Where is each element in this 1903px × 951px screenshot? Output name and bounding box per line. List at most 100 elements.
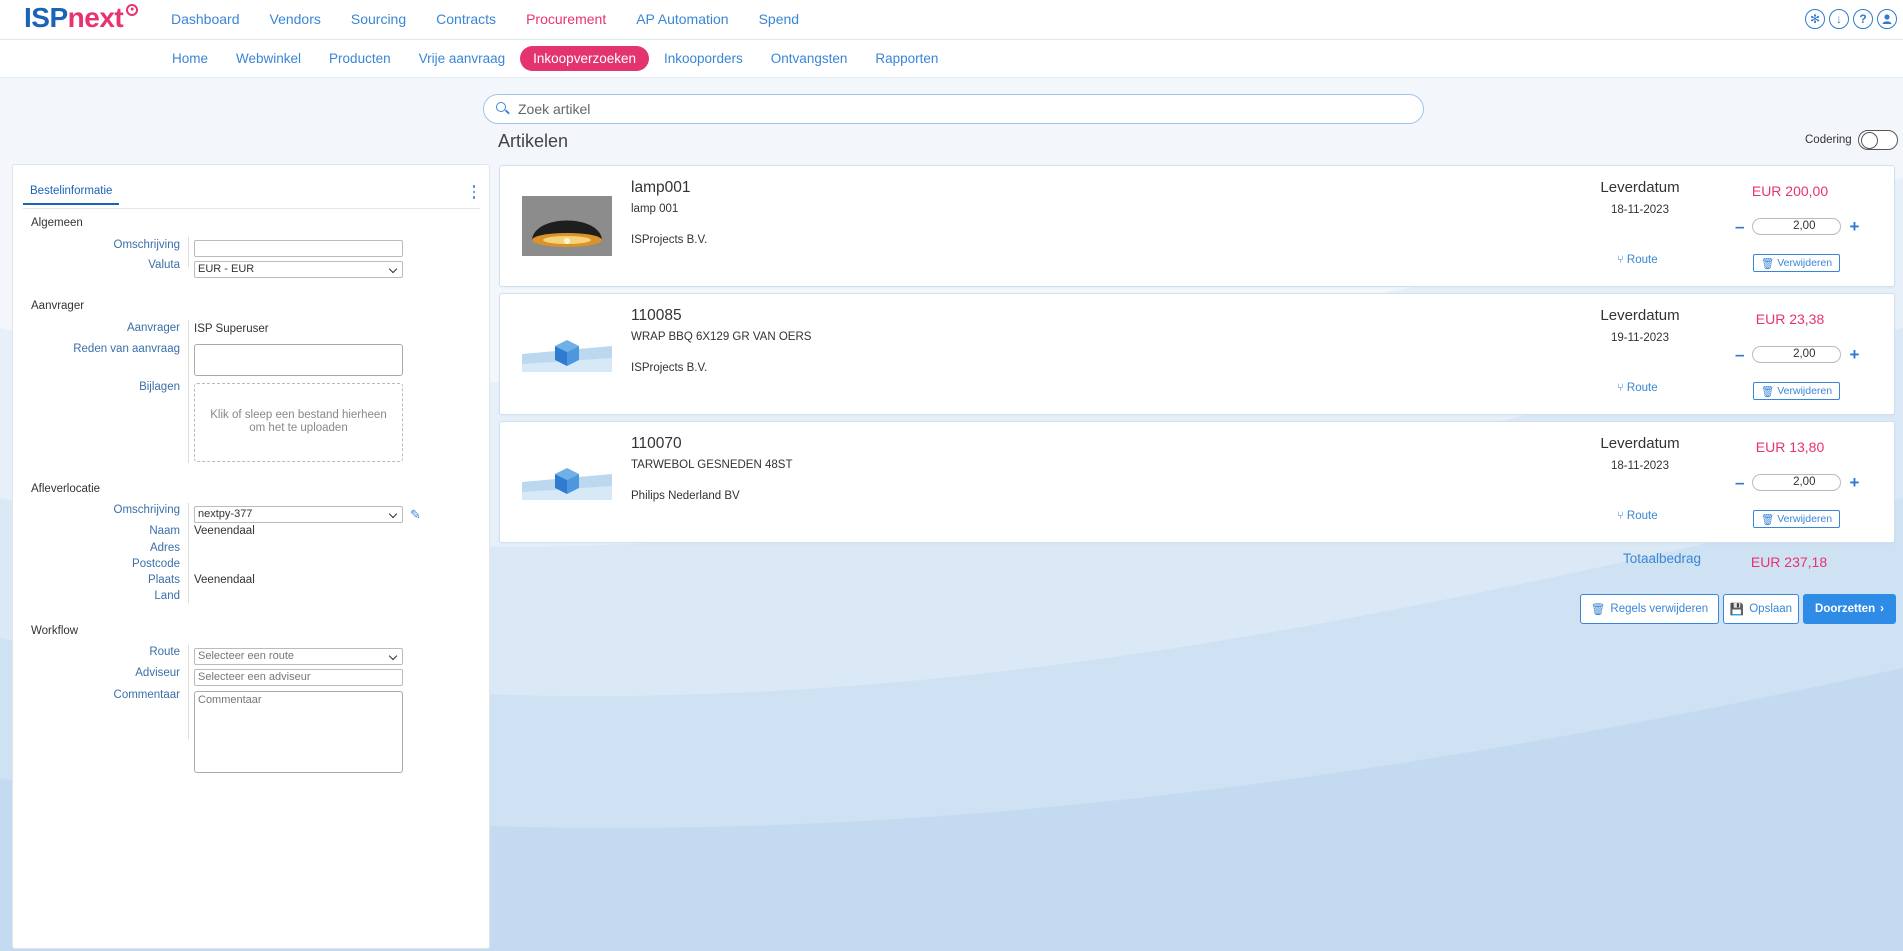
section-algemeen: Algemeen — [31, 217, 83, 229]
nav-contracts[interactable]: Contracts — [436, 11, 496, 27]
article-code[interactable]: 110085 — [631, 307, 682, 325]
divider — [188, 320, 189, 463]
plaats-label: Plaats — [148, 574, 180, 586]
nav-vendors[interactable]: Vendors — [270, 11, 321, 27]
subnav-vrije-aanvraag[interactable]: Vrije aanvraag — [419, 46, 506, 71]
section-workflow: Workflow — [31, 625, 79, 637]
leverdatum-value[interactable]: 18-11-2023 — [1597, 460, 1683, 472]
download-icon[interactable]: ↓ — [1829, 9, 1849, 29]
route-select[interactable]: Selecteer een route — [194, 648, 403, 665]
codering-toggle[interactable] — [1857, 130, 1898, 150]
delete-article-button[interactable]: 🗑 Verwijderen — [1753, 382, 1840, 400]
article-supplier: ISProjects B.V. — [631, 234, 708, 246]
subnav-home[interactable]: Home — [172, 46, 208, 71]
trash-icon: 🗑 — [1590, 604, 1606, 616]
adviseur-field[interactable]: Selecteer een adviseur — [194, 669, 403, 686]
route-branch-icon: ⑂ — [1617, 510, 1624, 522]
quantity-input[interactable]: 2,00 — [1752, 218, 1842, 235]
nav-procurement[interactable]: Procurement — [526, 11, 606, 27]
article-price: EUR 200,00 — [1751, 183, 1829, 199]
increase-icon[interactable]: + — [1849, 218, 1859, 235]
article-code[interactable]: lamp001 — [631, 179, 690, 197]
leverdatum-label: Leverdatum — [1600, 179, 1680, 196]
aflever-omschrijving-select[interactable]: nextpy-377 — [194, 506, 403, 523]
nav-ap-automation[interactable]: AP Automation — [636, 11, 728, 27]
delete-article-button[interactable]: 🗑 Verwijderen — [1753, 510, 1840, 528]
decrease-icon[interactable]: – — [1735, 474, 1744, 491]
subnav-ontvangsten[interactable]: Ontvangsten — [771, 46, 848, 71]
search-input[interactable] — [518, 101, 1398, 117]
quantity-stepper: – 2,00 + — [1735, 218, 1859, 235]
save-button[interactable]: 💾 Opslaan — [1723, 594, 1799, 624]
article-description: WRAP BBQ 6X129 GR VAN OERS — [631, 331, 812, 343]
total-label: Totaalbedrag — [1623, 551, 1702, 566]
search-icon — [496, 102, 510, 116]
leverdatum-label: Leverdatum — [1600, 307, 1680, 324]
subnav-inkooporders[interactable]: Inkooporders — [664, 46, 743, 71]
codering-toggle-group: Codering — [1805, 130, 1898, 150]
quantity-input[interactable]: 2,00 — [1752, 474, 1842, 491]
user-icon[interactable] — [1877, 9, 1897, 29]
delete-lines-button[interactable]: 🗑 Regels verwijderen — [1580, 594, 1719, 624]
quantity-input[interactable]: 2,00 — [1752, 346, 1842, 363]
total-value: EUR 237,18 — [1750, 554, 1828, 570]
main-nav: Dashboard Vendors Sourcing Contracts Pro… — [171, 11, 829, 27]
search-bar — [483, 94, 1424, 124]
leverdatum-value[interactable]: 19-11-2023 — [1597, 332, 1683, 344]
bijlagen-label: Bijlagen — [139, 381, 180, 393]
article-card: 110085 WRAP BBQ 6X129 GR VAN OERS ISProj… — [499, 293, 1895, 415]
valuta-select[interactable]: EUR - EUR — [194, 261, 403, 278]
divider — [188, 503, 189, 603]
increase-icon[interactable]: + — [1849, 346, 1859, 363]
route-link[interactable]: ⑂ Route — [1617, 254, 1658, 266]
settings-icon[interactable]: ✻ — [1805, 9, 1825, 29]
quantity-stepper: – 2,00 + — [1735, 346, 1859, 363]
file-dropzone[interactable]: Klik of sleep een bestand hierheen om he… — [194, 383, 403, 462]
delete-article-button[interactable]: 🗑 Verwijderen — [1753, 254, 1840, 272]
article-card: 110070 TARWEBOL GESNEDEN 48ST Philips Ne… — [499, 421, 1895, 543]
decrease-icon[interactable]: – — [1735, 218, 1744, 235]
forward-label: Doorzetten — [1815, 603, 1876, 615]
box-product-image — [522, 452, 612, 512]
quantity-stepper: – 2,00 + — [1735, 474, 1859, 491]
nav-spend[interactable]: Spend — [759, 11, 799, 27]
subnav-webwinkel[interactable]: Webwinkel — [236, 46, 301, 71]
subnav-rapporten[interactable]: Rapporten — [875, 46, 938, 71]
save-label: Opslaan — [1749, 603, 1793, 615]
logo-next: next — [67, 2, 124, 33]
route-link-label: Route — [1626, 254, 1658, 266]
chevron-right-icon: › — [1880, 603, 1884, 615]
article-code[interactable]: 110070 — [631, 435, 682, 453]
subnav-inkoopverzoeken[interactable]: Inkoopverzoeken — [520, 46, 649, 71]
help-icon[interactable]: ? — [1853, 9, 1873, 29]
articles-title: Artikelen — [498, 131, 569, 151]
more-options-icon[interactable] — [472, 185, 475, 199]
omschrijving-field[interactable] — [194, 240, 403, 257]
divider — [188, 237, 189, 267]
route-link[interactable]: ⑂ Route — [1617, 510, 1658, 522]
article-supplier: ISProjects B.V. — [631, 362, 708, 374]
sub-nav: Home Webwinkel Producten Vrije aanvraag … — [172, 46, 966, 71]
route-link[interactable]: ⑂ Route — [1617, 382, 1658, 394]
increase-icon[interactable]: + — [1849, 474, 1859, 491]
decrease-icon[interactable]: – — [1735, 346, 1744, 363]
trash-icon: 🗑 — [1760, 513, 1775, 526]
commentaar-textarea[interactable]: Commentaar — [194, 691, 403, 773]
trash-icon: 🗑 — [1760, 257, 1775, 270]
edit-pencil-icon[interactable]: ✎ — [410, 507, 421, 523]
reden-textarea[interactable] — [194, 344, 403, 376]
subnav-producten[interactable]: Producten — [329, 46, 391, 71]
forward-button[interactable]: Doorzetten › — [1803, 594, 1896, 624]
divider — [188, 645, 189, 739]
ispnext-logo[interactable]: ISPnext ● — [24, 2, 138, 34]
tab-bestelinformatie[interactable]: Bestelinformatie — [23, 179, 120, 205]
delete-label: Verwijderen — [1777, 513, 1833, 525]
route-label: Route — [149, 646, 180, 658]
box-product-image — [522, 324, 612, 384]
leverdatum-value[interactable]: 18-11-2023 — [1597, 204, 1683, 216]
delete-label: Verwijderen — [1777, 257, 1833, 269]
nav-sourcing[interactable]: Sourcing — [351, 11, 406, 27]
article-price: EUR 23,38 — [1755, 311, 1825, 327]
nav-dashboard[interactable]: Dashboard — [171, 11, 240, 27]
omschrijving-label: Omschrijving — [113, 239, 180, 251]
